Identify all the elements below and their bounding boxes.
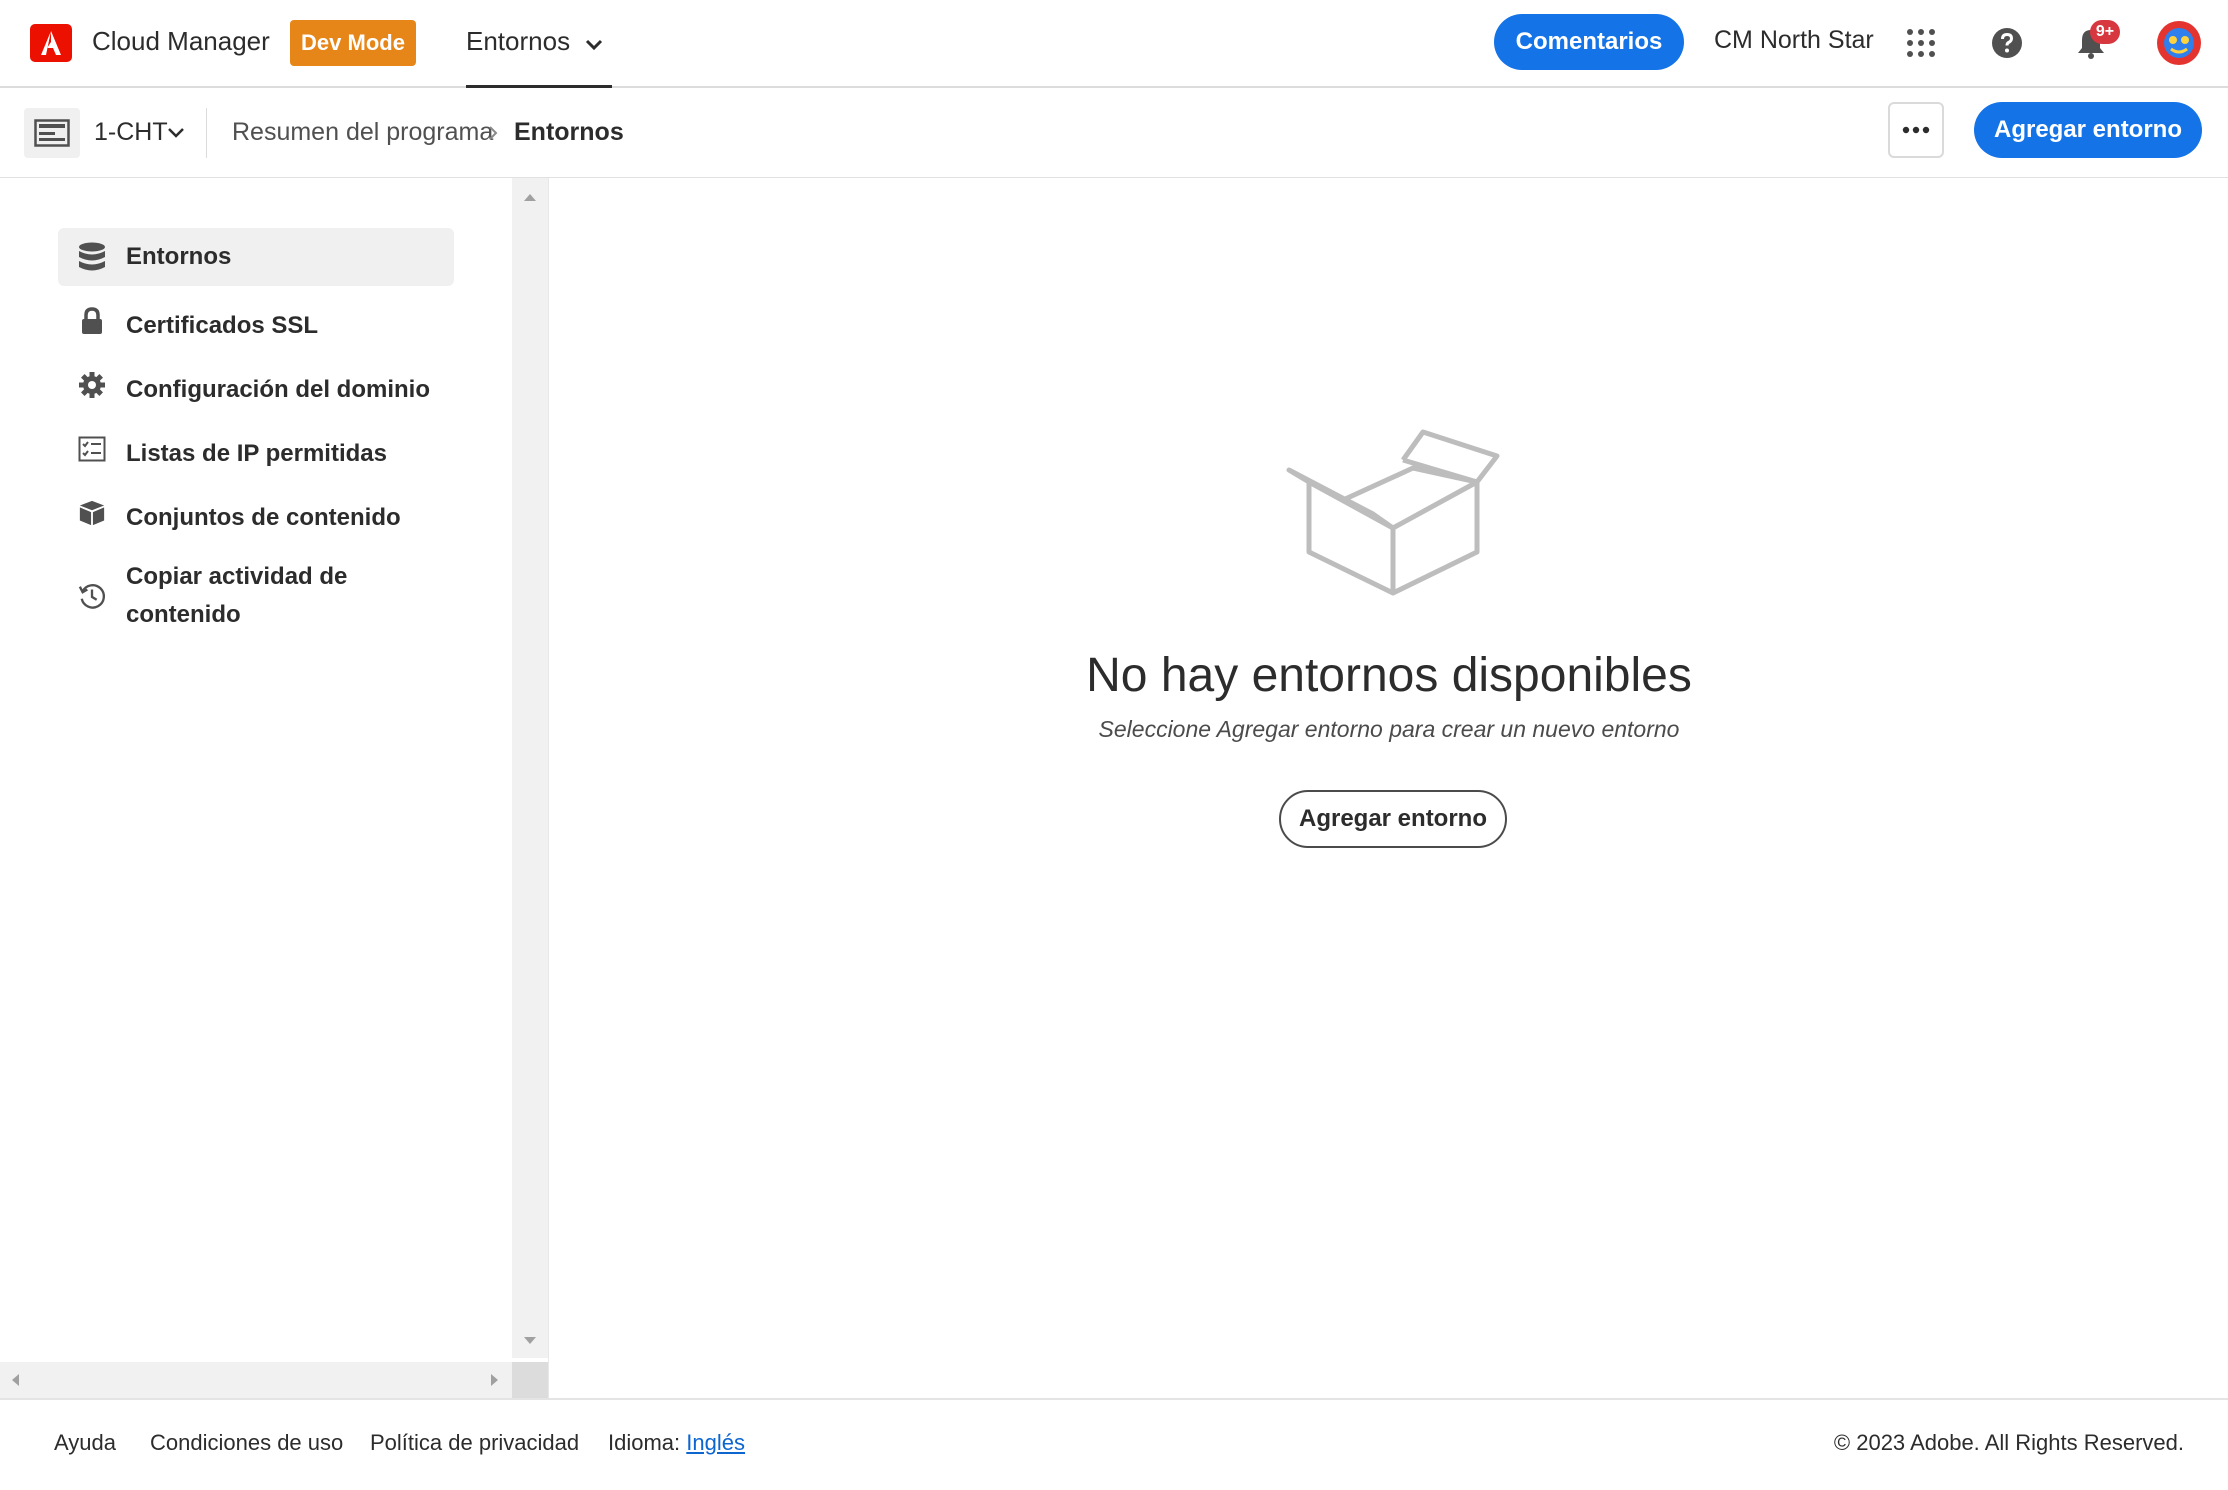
scroll-left-icon[interactable]	[10, 1373, 20, 1387]
footer-language-link[interactable]: Inglés	[686, 1430, 745, 1455]
program-selector[interactable]: 1-CHT	[94, 118, 168, 147]
footer-language: Idioma: Inglés	[608, 1430, 745, 1456]
scroll-right-icon[interactable]	[490, 1373, 500, 1387]
empty-state-subtitle: Seleccione Agregar entorno para crear un…	[1098, 716, 1680, 742]
app-title[interactable]: Cloud Manager	[92, 26, 270, 57]
ellipsis-icon	[1902, 126, 1930, 134]
footer-privacy-link[interactable]: Política de privacidad	[370, 1430, 579, 1456]
dev-mode-badge[interactable]: Dev Mode	[290, 20, 416, 66]
sidebar-item-label: Conjuntos de contenido	[126, 504, 401, 531]
footer-help-link[interactable]: Ayuda	[54, 1430, 116, 1456]
sidebar-item-label: Configuración del dominio	[126, 376, 430, 403]
sidebar-item-label: Listas de IP permitidas	[126, 440, 387, 467]
footer-terms-link[interactable]: Condiciones de uso	[150, 1430, 343, 1456]
chevron-down-icon[interactable]	[166, 126, 186, 145]
checklist-icon	[78, 435, 106, 463]
org-switcher[interactable]: CM North Star	[1714, 26, 1874, 55]
feedback-button[interactable]: Comentarios	[1494, 14, 1684, 70]
scroll-up-icon[interactable]	[523, 192, 537, 202]
sidebar-item-content-sets[interactable]: Conjuntos de contenido	[58, 484, 454, 542]
main-content: No hay entornos disponibles Seleccione A…	[548, 178, 2228, 1398]
adobe-logo-icon[interactable]	[30, 24, 72, 62]
scrollbar-corner	[512, 1362, 548, 1398]
boxes-icon	[78, 499, 106, 527]
more-actions-button[interactable]	[1888, 102, 1944, 158]
chevron-down-icon[interactable]	[584, 38, 604, 57]
program-bar: 1-CHT Resumen del programa Entornos Agre…	[0, 88, 2228, 178]
app-switcher-icon[interactable]	[1898, 20, 1944, 66]
sidebar-horizontal-scrollbar[interactable]	[0, 1362, 512, 1398]
sidebar-item-label: Copiar actividad de contenido	[126, 563, 348, 628]
panel-toggle-icon[interactable]	[24, 108, 80, 158]
empty-box-icon	[1286, 429, 1500, 596]
divider	[206, 108, 207, 158]
sidebar: Entornos Certificados SSL Configuración …	[0, 178, 548, 1398]
sidebar-vertical-scrollbar[interactable]	[512, 178, 548, 1358]
database-icon	[78, 242, 106, 271]
footer-language-label: Idioma:	[608, 1430, 681, 1455]
top-bar: Cloud Manager Dev Mode Entornos Comentar…	[0, 0, 2228, 88]
sidebar-item-label: Entornos	[126, 243, 232, 270]
sidebar-item-domain-settings[interactable]: Configuración del dominio	[58, 356, 454, 414]
sidebar-item-ssl-certificates[interactable]: Certificados SSL	[58, 292, 454, 350]
gear-icon	[78, 371, 106, 399]
empty-state-title: No hay entornos disponibles	[1086, 649, 1692, 702]
sidebar-item-ip-allow-lists[interactable]: Listas de IP permitidas	[58, 420, 454, 478]
breadcrumb-program-overview[interactable]: Resumen del programa	[232, 118, 493, 147]
footer-copyright: © 2023 Adobe. All Rights Reserved.	[1833, 1430, 2184, 1455]
sidebar-item-environments[interactable]: Entornos	[58, 228, 454, 286]
avatar[interactable]	[2156, 20, 2202, 66]
breadcrumb-current: Entornos	[514, 118, 624, 146]
history-icon	[78, 582, 106, 610]
lock-icon	[78, 307, 106, 335]
chevron-right-icon	[486, 124, 500, 147]
scroll-down-icon[interactable]	[523, 1336, 537, 1346]
add-environment-button-empty[interactable]: Agregar entorno	[1279, 790, 1507, 848]
notification-badge: 9+	[2090, 20, 2120, 44]
add-environment-button[interactable]: Agregar entorno	[1974, 102, 2202, 158]
footer: Ayuda Condiciones de uso Política de pri…	[0, 1398, 2228, 1490]
sidebar-item-label: Certificados SSL	[126, 312, 319, 339]
help-icon[interactable]	[1984, 20, 2030, 66]
tab-environments[interactable]: Entornos	[466, 0, 612, 88]
tab-label: Entornos	[466, 26, 571, 56]
sidebar-item-copy-content-activity[interactable]: Copiar actividad de contenido	[58, 558, 454, 638]
